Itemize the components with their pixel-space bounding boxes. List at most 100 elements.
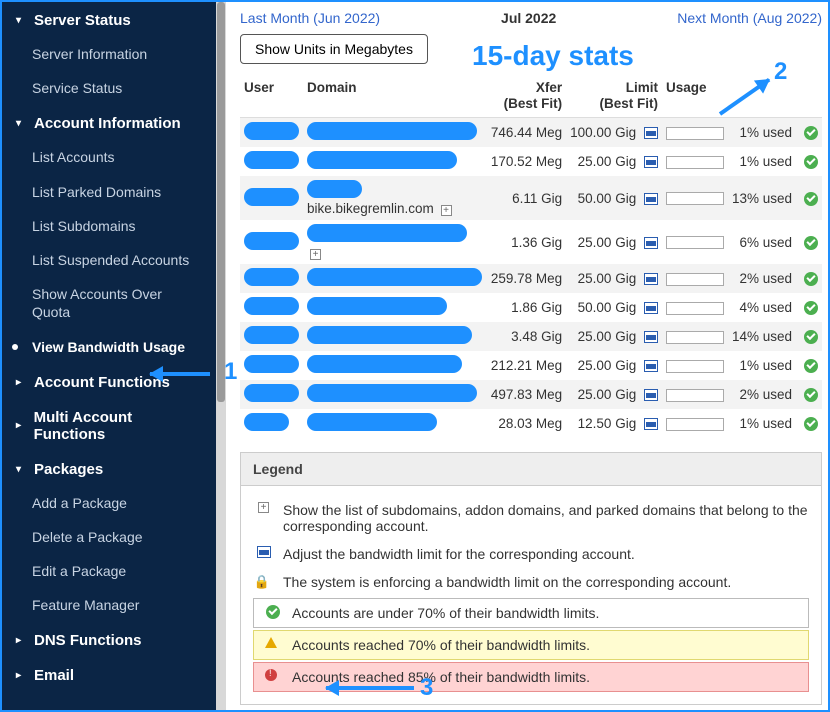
main-content: Last Month (Jun 2022) Jul 2022 Next Mont… [226, 2, 828, 710]
redacted-user [244, 355, 299, 373]
edit-limit-icon[interactable] [644, 360, 658, 372]
col-user[interactable]: User [240, 74, 303, 118]
usage-bar [666, 192, 724, 205]
sidebar-item[interactable]: List Parked Domains [2, 175, 216, 209]
sidebar-item[interactable]: Edit a Package [2, 554, 216, 588]
limit-value: 25.00 Gig [566, 220, 662, 264]
col-usage[interactable]: Usage [662, 74, 796, 118]
sidebar-scrollbar-thumb[interactable] [217, 2, 225, 402]
table-row: 28.03 Meg 12.50 Gig 1% used [240, 409, 822, 438]
table-row: 3.48 Gig 25.00 Gig 14% used [240, 322, 822, 351]
edit-limit-icon[interactable] [644, 156, 658, 168]
xfer-value: 1.36 Gig [487, 220, 566, 264]
edit-icon [257, 546, 271, 558]
table-row: 170.52 Meg 25.00 Gig 1% used [240, 147, 822, 176]
table-row: 1.86 Gig 50.00 Gig 4% used [240, 293, 822, 322]
xfer-value: 497.83 Meg [487, 380, 566, 409]
ok-icon [266, 605, 280, 619]
limit-value: 50.00 Gig [566, 293, 662, 322]
usage-bar [666, 331, 724, 344]
edit-limit-icon[interactable] [644, 273, 658, 285]
redacted-domain [307, 151, 457, 169]
redacted-domain [307, 122, 477, 140]
sidebar-group-header[interactable]: ▾Server Status [2, 2, 216, 37]
sidebar-item-active[interactable]: View Bandwidth Usage [2, 330, 216, 364]
limit-value: 25.00 Gig [566, 380, 662, 409]
ok-icon [804, 388, 818, 402]
bandwidth-table: User Domain Xfer(Best Fit) Limit(Best Fi… [240, 74, 822, 438]
sidebar-nav: ▾Server StatusServer InformationService … [2, 2, 216, 710]
sidebar-item[interactable]: Feature Manager [2, 588, 216, 622]
month-nav: Last Month (Jun 2022) Jul 2022 Next Mont… [240, 10, 822, 26]
current-month-label: Jul 2022 [501, 10, 556, 26]
next-month-link[interactable]: Next Month (Aug 2022) [677, 10, 822, 26]
redacted-user [244, 384, 299, 402]
edit-limit-icon[interactable] [644, 193, 658, 205]
arrow-1 [150, 372, 210, 376]
limit-value: 25.00 Gig [566, 264, 662, 293]
redacted-user [244, 151, 299, 169]
usage-bar [666, 156, 724, 169]
col-limit[interactable]: Limit(Best Fit) [566, 74, 662, 118]
xfer-value: 3.48 Gig [487, 322, 566, 351]
xfer-value: 28.03 Meg [487, 409, 566, 438]
usage-pct: 1% used [728, 147, 796, 176]
edit-limit-icon[interactable] [644, 127, 658, 139]
sidebar-item[interactable]: Server Information [2, 37, 216, 71]
expand-icon[interactable]: + [441, 205, 452, 216]
ok-icon [804, 417, 818, 431]
sidebar-group-header[interactable]: ▸Account Functions [2, 364, 216, 399]
usage-bar [666, 389, 724, 402]
sidebar-item[interactable]: Service Status [2, 71, 216, 105]
edit-limit-icon[interactable] [644, 331, 658, 343]
ok-icon [804, 236, 818, 250]
edit-limit-icon[interactable] [644, 418, 658, 430]
legend-box: Legend + Show the list of subdomains, ad… [240, 452, 822, 705]
usage-bar [666, 236, 724, 249]
sidebar-group-header[interactable]: ▸Multi Account Functions [2, 399, 216, 451]
critical-icon [265, 669, 277, 681]
sidebar-group-header[interactable]: ▾Packages [2, 451, 216, 486]
sidebar-group-header[interactable]: ▸Email [2, 657, 216, 692]
sidebar-item[interactable]: List Accounts [2, 140, 216, 174]
edit-limit-icon[interactable] [644, 389, 658, 401]
legend-text-ok: Accounts are under 70% of their bandwidt… [292, 605, 599, 621]
limit-value: 100.00 Gig [566, 118, 662, 148]
usage-bar [666, 273, 724, 286]
edit-limit-icon[interactable] [644, 237, 658, 249]
sidebar-item[interactable]: Add a Package [2, 486, 216, 520]
sidebar-scrollbar-track[interactable] [216, 2, 226, 710]
usage-pct: 1% used [728, 118, 796, 148]
ok-icon [804, 272, 818, 286]
redacted-domain [307, 297, 447, 315]
legend-text-adjust: Adjust the bandwidth limit for the corre… [283, 546, 635, 562]
sidebar-item[interactable]: Show Accounts Over Quota [2, 277, 216, 329]
sidebar-group-header[interactable]: ▾Account Information [2, 105, 216, 140]
limit-value: 50.00 Gig [566, 176, 662, 220]
xfer-value: 6.11 Gig [487, 176, 566, 220]
expand-icon: + [258, 502, 269, 513]
sidebar-item[interactable]: List Suspended Accounts [2, 243, 216, 277]
legend-title: Legend [241, 453, 821, 486]
redacted-domain [307, 384, 477, 402]
usage-pct: 1% used [728, 409, 796, 438]
col-xfer[interactable]: Xfer(Best Fit) [487, 74, 566, 118]
prev-month-link[interactable]: Last Month (Jun 2022) [240, 10, 380, 26]
expand-icon[interactable]: + [310, 249, 321, 260]
xfer-value: 259.78 Meg [487, 264, 566, 293]
limit-value: 25.00 Gig [566, 351, 662, 380]
redacted-user [244, 232, 299, 250]
legend-row-adjust: Adjust the bandwidth limit for the corre… [253, 540, 809, 568]
col-domain[interactable]: Domain [303, 74, 487, 118]
toggle-units-button[interactable]: Show Units in Megabytes [240, 34, 428, 64]
redacted-user [244, 326, 299, 344]
redacted-domain [307, 413, 437, 431]
sidebar-item[interactable]: List Subdomains [2, 209, 216, 243]
redacted-user [244, 297, 299, 315]
redacted-domain [307, 326, 472, 344]
ok-icon [804, 301, 818, 315]
legend-text-enforce: The system is enforcing a bandwidth limi… [283, 574, 731, 590]
sidebar-group-header[interactable]: ▸DNS Functions [2, 622, 216, 657]
sidebar-item[interactable]: Delete a Package [2, 520, 216, 554]
edit-limit-icon[interactable] [644, 302, 658, 314]
